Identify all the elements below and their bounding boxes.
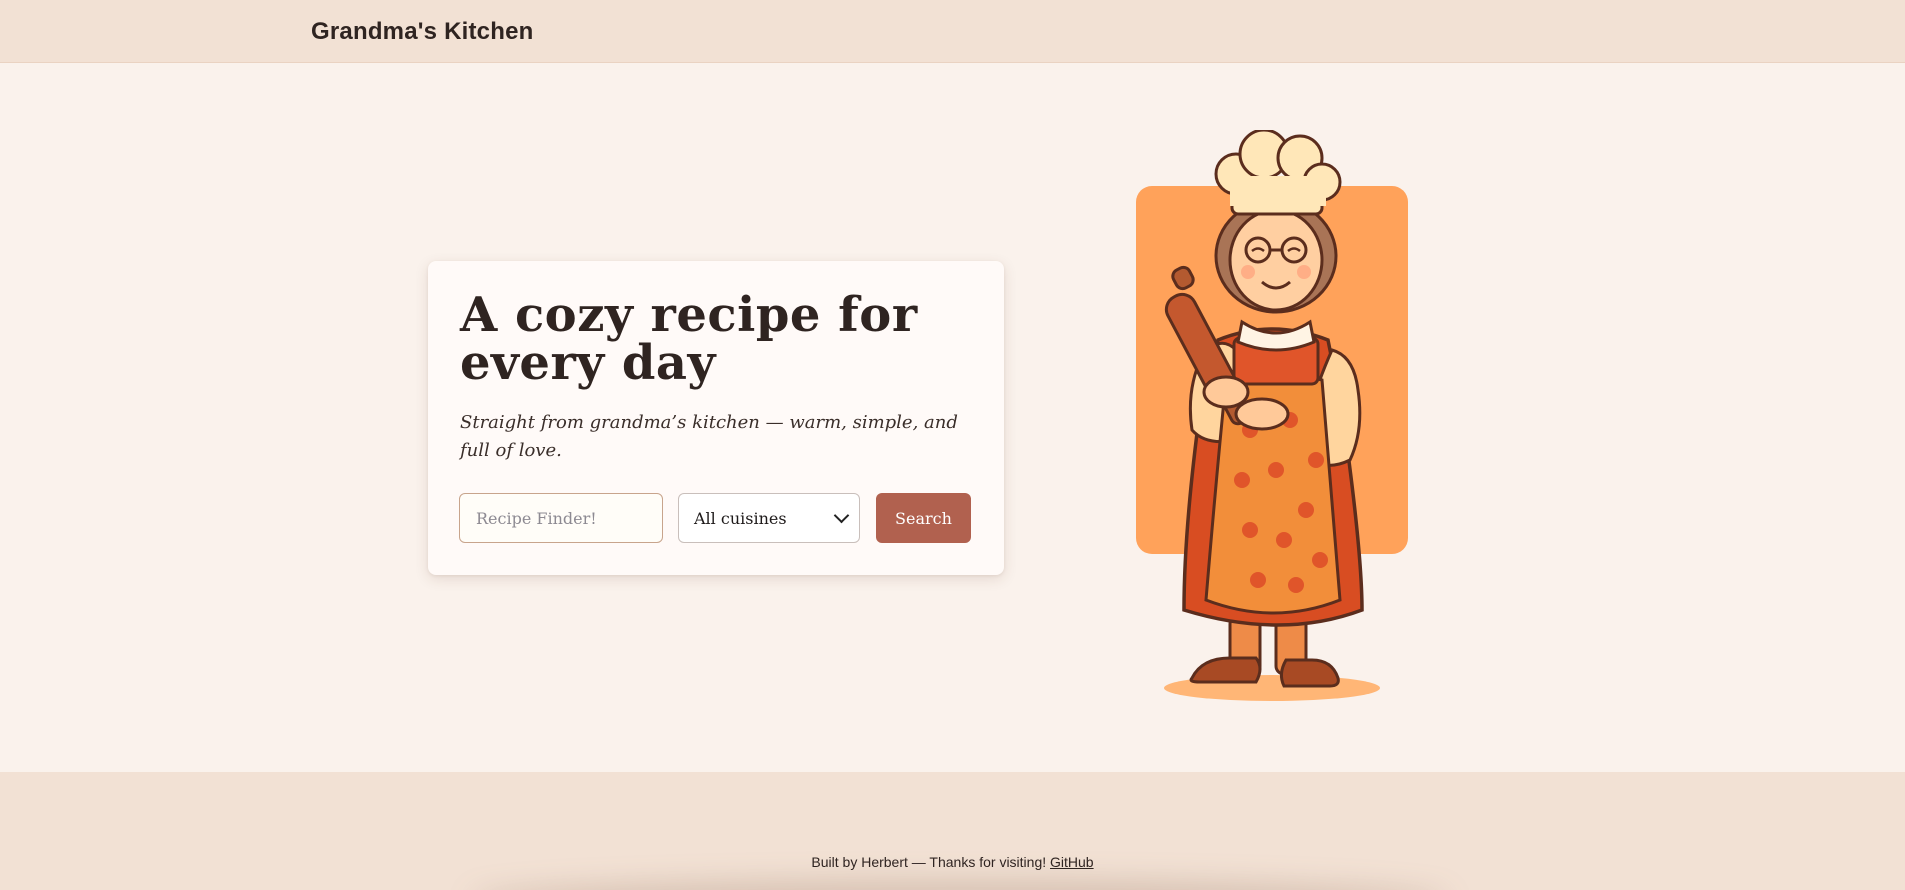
chevron-down-icon	[833, 507, 850, 524]
hero-title: A cozy recipe for every day	[460, 287, 918, 391]
top-navbar: Grandma's Kitchen	[0, 0, 1905, 63]
search-button[interactable]: Search	[876, 493, 971, 543]
footer-credit: Built by Herbert — Thanks for visiting!	[811, 854, 1047, 870]
cuisine-select-value: All cuisines	[694, 508, 787, 528]
hero-card: A cozy recipe for every day Straight fro…	[428, 261, 1004, 575]
chef-hat	[1214, 128, 1342, 216]
site-footer: Built by Herbert — Thanks for visiting! …	[0, 772, 1905, 890]
footer-text: Built by Herbert — Thanks for visiting! …	[0, 854, 1905, 870]
hero-subtitle: Straight from grandma’s kitchen — warm, …	[460, 412, 958, 461]
recipe-search-input[interactable]	[459, 493, 663, 543]
github-link[interactable]: GitHub	[1050, 854, 1094, 870]
cuisine-select[interactable]: All cuisines	[678, 493, 860, 543]
footer-shadow	[470, 880, 1450, 890]
site-brand[interactable]: Grandma's Kitchen	[311, 18, 534, 46]
grandma-chef-illustration	[1130, 128, 1420, 710]
